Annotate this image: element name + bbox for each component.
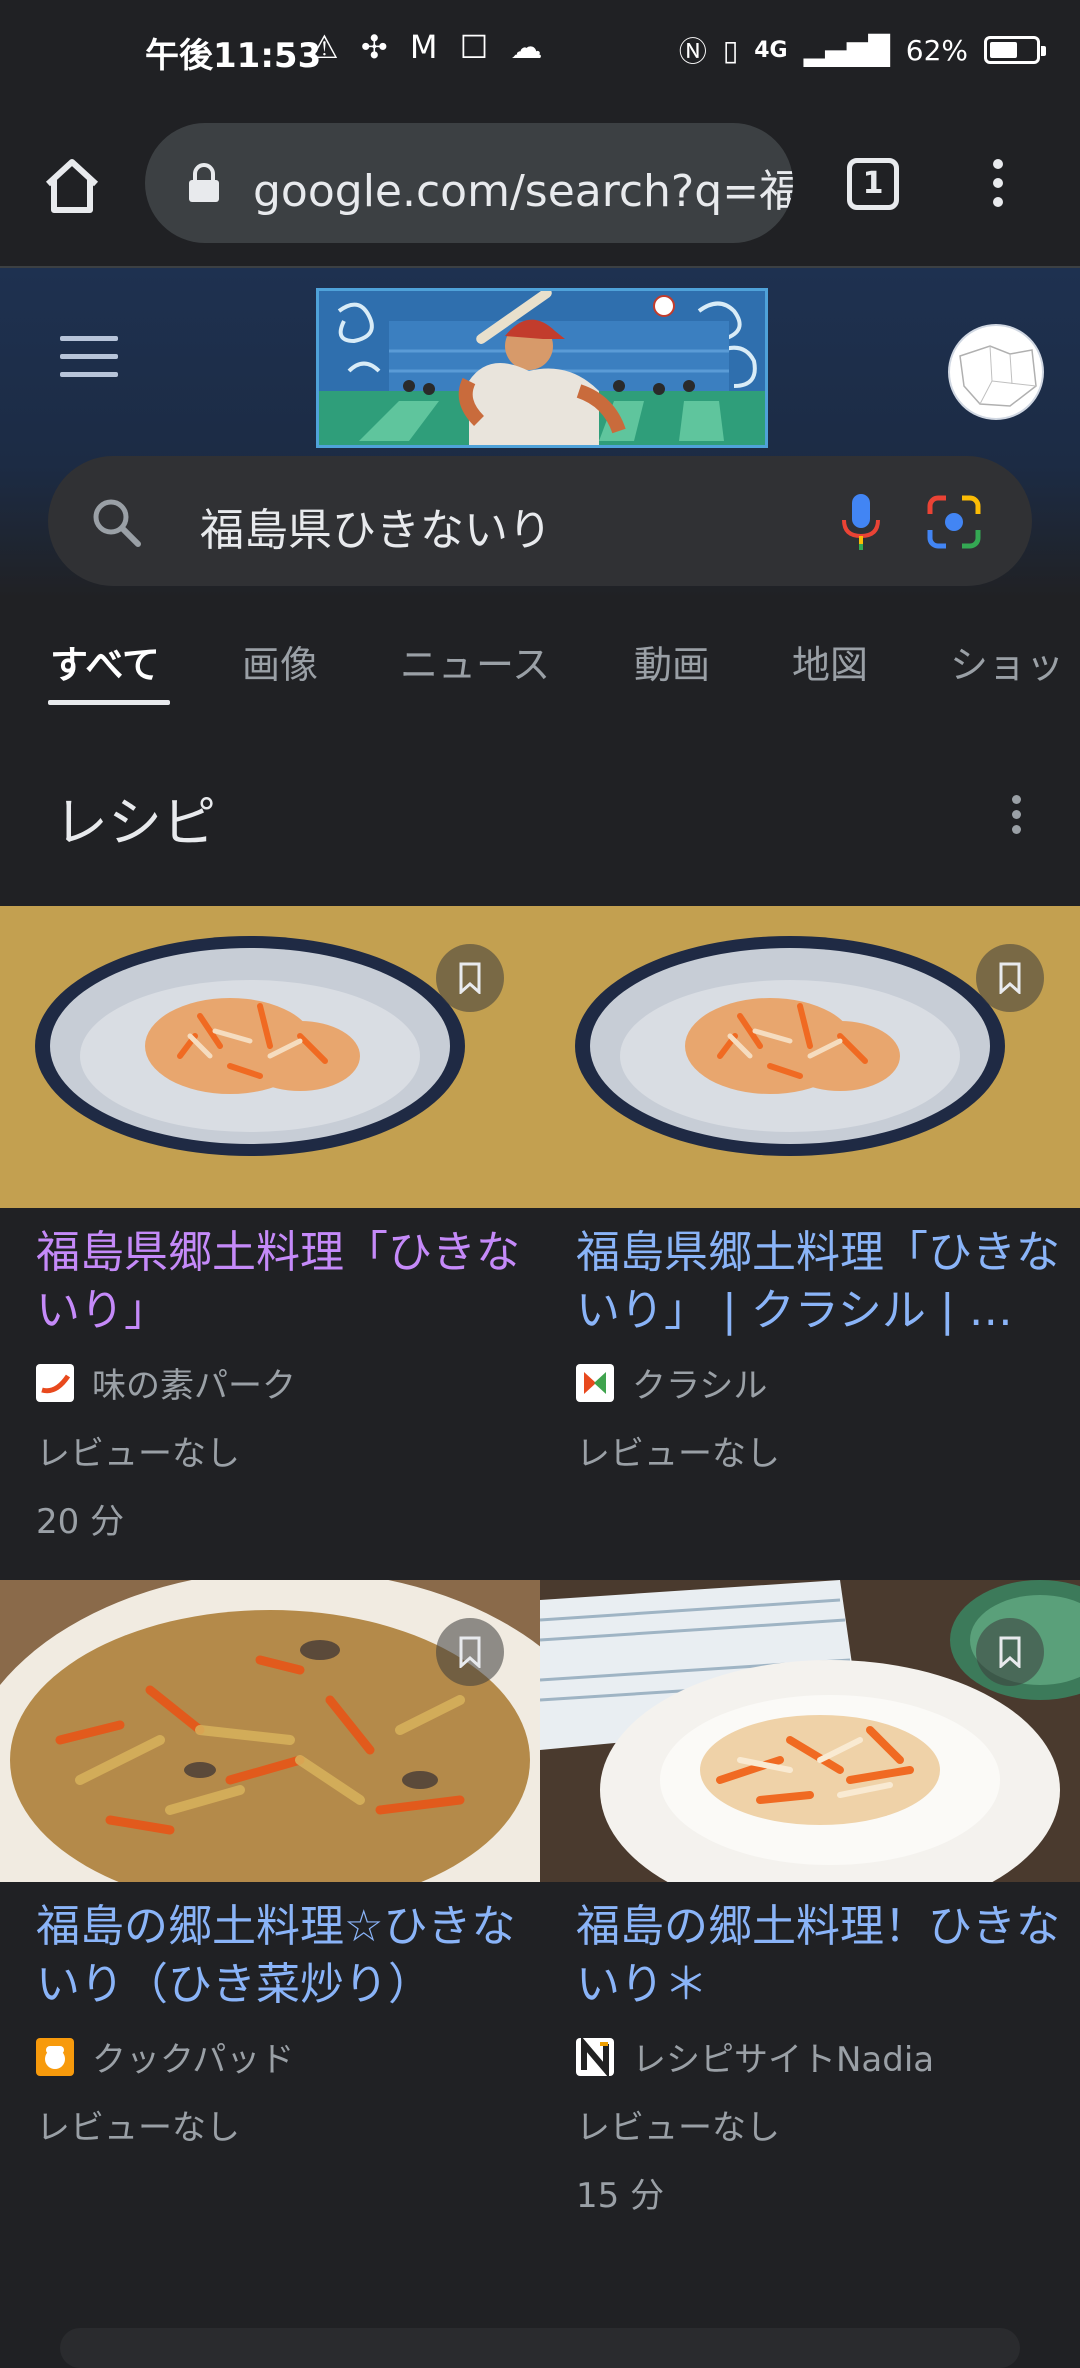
browser-toolbar: google.com/search?q=福 1 bbox=[0, 100, 1080, 268]
bookmark-icon[interactable] bbox=[436, 1618, 504, 1686]
recipe-source-name: 味の素パーク bbox=[92, 1366, 296, 1406]
tab-shopping[interactable]: ショッ bbox=[950, 634, 1064, 689]
recipe-source[interactable]: 味の素パーク bbox=[36, 1358, 296, 1407]
recipe-source[interactable]: クラシル bbox=[576, 1358, 767, 1407]
recipe-title-link[interactable]: 福島の郷土料理！ひきないり＊ bbox=[576, 1898, 1066, 2014]
tab-all[interactable]: すべて bbox=[50, 634, 160, 689]
tab-switcher-button[interactable]: 1 bbox=[847, 158, 899, 210]
recipe-review: レビューなし bbox=[36, 2108, 240, 2148]
google-header: 福島県ひきないり bbox=[0, 268, 1080, 598]
recipe-cook-time: 15 分 bbox=[576, 2176, 665, 2216]
status-time: 午後11:53 bbox=[145, 36, 322, 76]
recipe-source-name: クックパッド bbox=[92, 2040, 295, 2080]
battery-percent: 62% bbox=[905, 33, 968, 67]
account-avatar[interactable] bbox=[948, 324, 1044, 420]
network-label: 4G bbox=[754, 37, 788, 63]
tab-videos[interactable]: 動画 bbox=[634, 634, 710, 689]
recipe-source-name: クラシル bbox=[632, 1366, 768, 1406]
recipe-source[interactable]: レシピサイトNadia bbox=[576, 2032, 934, 2081]
search-filter-tabs: すべて 画像 ニュース 動画 地図 ショッ bbox=[0, 612, 1080, 712]
hamburger-menu-icon[interactable] bbox=[60, 336, 118, 378]
next-result-card-edge bbox=[60, 2328, 1020, 2368]
tab-news[interactable]: ニュース bbox=[400, 634, 550, 689]
bookmark-icon[interactable] bbox=[976, 1618, 1044, 1686]
google-lens-icon[interactable] bbox=[926, 494, 982, 550]
status-right-group: Ⓝ ▯ 4G ▂▄▆█ 62% bbox=[678, 30, 1046, 70]
recipe-title-link[interactable]: 福島の郷土料理☆ひきないり（ひき菜炒り） bbox=[36, 1898, 526, 2014]
section-more-options-icon[interactable] bbox=[1010, 795, 1022, 835]
recipes-section-title: レシピ bbox=[54, 791, 216, 854]
nadia-favicon bbox=[576, 2037, 614, 2076]
signal-icon: ▂▄▆█ bbox=[803, 33, 890, 67]
google-doodle[interactable] bbox=[316, 288, 768, 448]
active-tab-indicator bbox=[48, 700, 170, 705]
search-icon[interactable] bbox=[90, 496, 142, 548]
battery-icon bbox=[984, 36, 1046, 64]
recipe-title-link[interactable]: 福島県郷土料理「ひきないり」 bbox=[36, 1224, 526, 1340]
vibrate-icon: ▯ bbox=[722, 33, 739, 67]
doodle-illustration bbox=[319, 291, 765, 445]
recipe-review: レビューなし bbox=[576, 1434, 780, 1474]
microphone-icon[interactable] bbox=[838, 492, 884, 552]
address-bar[interactable]: google.com/search?q=福 bbox=[145, 123, 793, 243]
lock-icon bbox=[189, 163, 219, 202]
recipe-title-link[interactable]: 福島県郷土料理「ひきないり」 | クラシル | … bbox=[576, 1224, 1066, 1340]
recipe-review: レビューなし bbox=[36, 1434, 240, 1474]
recipe-cook-time: 20 分 bbox=[36, 1502, 125, 1542]
recipe-source-name: レシピサイトNadia bbox=[632, 2040, 935, 2080]
browser-menu-icon[interactable] bbox=[983, 154, 1013, 218]
search-query[interactable]: 福島県ひきないり bbox=[200, 494, 552, 558]
nfc-icon: Ⓝ bbox=[678, 35, 707, 68]
battery-fill bbox=[990, 42, 1017, 58]
status-bar: 午後11:53 ⚠ ✣ M ☐ ☁ Ⓝ ▯ 4G ▂▄▆█ 62% bbox=[0, 0, 1080, 100]
kurashiru-favicon bbox=[576, 1363, 614, 1402]
cookpad-favicon bbox=[36, 2037, 74, 2076]
ajinomoto-favicon bbox=[36, 1363, 74, 1402]
bookmark-icon[interactable] bbox=[436, 944, 504, 1012]
recipe-review: レビューなし bbox=[576, 2108, 780, 2148]
tab-maps[interactable]: 地図 bbox=[792, 634, 868, 689]
recipe-source[interactable]: クックパッド bbox=[36, 2032, 294, 2081]
tab-images[interactable]: 画像 bbox=[242, 634, 318, 689]
map-avatar-icon bbox=[959, 345, 1037, 407]
notification-icons: ⚠ ✣ M ☐ ☁ bbox=[310, 28, 549, 66]
search-box[interactable]: 福島県ひきないり bbox=[48, 456, 1032, 586]
home-icon[interactable] bbox=[40, 154, 104, 218]
url-text: google.com/search?q=福 bbox=[253, 166, 793, 217]
bookmark-icon[interactable] bbox=[976, 944, 1044, 1012]
